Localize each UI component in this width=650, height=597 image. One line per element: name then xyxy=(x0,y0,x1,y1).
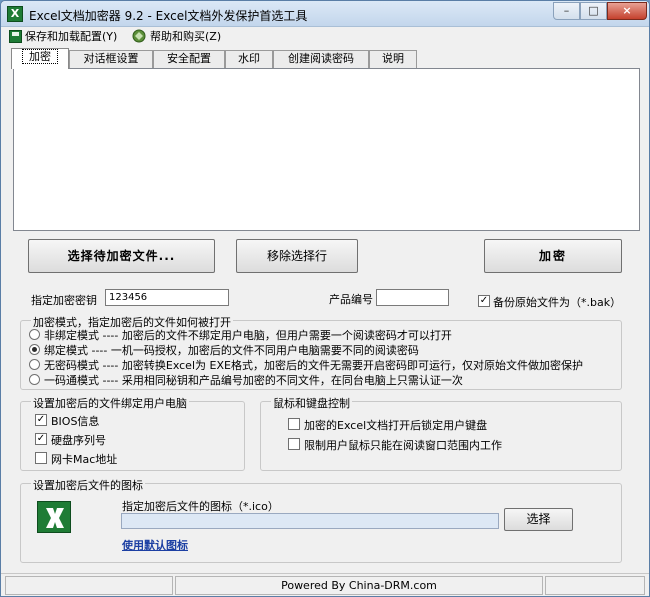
bind-pc-title: 设置加密后的文件绑定用户电脑 xyxy=(31,395,189,411)
radio-unbound-mode[interactable] xyxy=(29,329,40,340)
key-label: 指定加密密钥 xyxy=(31,294,97,307)
mouse-keyboard-group xyxy=(260,401,622,471)
product-label: 产品编号 xyxy=(329,293,373,306)
one-code-mode-label: 一码通模式 ---- 采用相同秘钥和产品编号加密的不同文件，在同台电脑上只需认证… xyxy=(44,374,463,387)
icon-path-input[interactable] xyxy=(121,513,499,529)
remove-selection-button[interactable]: 移除选择行 xyxy=(236,239,358,273)
backup-label: 备份原始文件为（*.bak） xyxy=(493,296,622,309)
disk-serial-checkbox[interactable]: ✓ xyxy=(35,433,47,445)
tab-security-config[interactable]: 安全配置 xyxy=(153,50,225,68)
lock-keyboard-label: 加密的Excel文档打开后锁定用户键盘 xyxy=(304,419,488,432)
bios-checkbox[interactable]: ✓ xyxy=(35,414,47,426)
tab-encrypt[interactable]: 加密 xyxy=(11,48,69,69)
restrict-mouse-label: 限制用户鼠标只能在阅读窗口范围内工作 xyxy=(304,439,502,452)
status-cell-right xyxy=(545,576,645,595)
mac-address-checkbox[interactable] xyxy=(35,452,47,464)
tab-dialog-settings[interactable]: 对话框设置 xyxy=(69,50,153,68)
minimize-button[interactable]: – xyxy=(553,2,580,20)
save-icon xyxy=(9,30,22,43)
product-input[interactable] xyxy=(376,289,449,306)
maximize-button[interactable]: □ xyxy=(580,2,607,20)
menu-help-buy[interactable]: 帮助和购买(Z) xyxy=(150,29,221,45)
menu-save-load-config[interactable]: 保存和加载配置(Y) xyxy=(25,29,117,45)
key-input[interactable]: 123456 xyxy=(105,289,229,306)
bios-label: BIOS信息 xyxy=(51,415,100,428)
icon-group-title: 设置加密后文件的图标 xyxy=(31,477,145,493)
choose-icon-button[interactable]: 选择 xyxy=(504,508,573,531)
help-icon xyxy=(132,29,146,43)
use-default-icon-link[interactable]: 使用默认图标 xyxy=(122,537,188,553)
file-list-box[interactable] xyxy=(13,68,640,231)
unbound-mode-label: 非绑定模式 ---- 加密后的文件不绑定用户电脑，但用户需要一个阅读密码才可以打… xyxy=(44,329,452,342)
status-powered-by: Powered By China-DRM.com xyxy=(175,576,543,595)
radio-no-password-mode[interactable] xyxy=(29,359,40,370)
mouse-keyboard-title: 鼠标和键盘控制 xyxy=(271,395,352,411)
mac-address-label: 网卡Mac地址 xyxy=(51,453,118,466)
icon-field-label: 指定加密后文件的图标（*.ico） xyxy=(122,500,279,513)
status-bar: Powered By China-DRM.com xyxy=(1,573,649,597)
encrypt-button[interactable]: 加密 xyxy=(484,239,622,273)
close-button[interactable]: × xyxy=(607,2,647,20)
disk-serial-label: 硬盘序列号 xyxy=(51,434,106,447)
radio-one-code-mode[interactable] xyxy=(29,374,40,385)
tab-watermark[interactable]: 水印 xyxy=(225,50,273,68)
radio-bound-mode[interactable] xyxy=(29,344,40,355)
bound-mode-label: 绑定模式 ---- 一机一码授权，加密后的文件不同用户电脑需要不同的阅读密码 xyxy=(44,344,419,357)
tab-strip: 加密 对话框设置 安全配置 水印 创建阅读密码 说明 xyxy=(9,48,641,69)
excel-app-icon: X xyxy=(7,6,23,22)
tab-create-read-password[interactable]: 创建阅读密码 xyxy=(273,50,369,68)
restrict-mouse-checkbox[interactable] xyxy=(288,438,300,450)
lock-keyboard-checkbox[interactable] xyxy=(288,418,300,430)
select-files-button[interactable]: 选择待加密文件... xyxy=(28,239,215,273)
status-cell-left xyxy=(5,576,173,595)
no-password-mode-label: 无密码模式 ---- 加密转换Excel为 EXE格式，加密后的文件无需要开启密… xyxy=(44,359,583,372)
backup-checkbox[interactable]: ✓ xyxy=(478,295,490,307)
excel-file-icon xyxy=(37,501,71,533)
window-title: Excel文档加密器 9.2 - Excel文档外发保护首选工具 xyxy=(29,9,308,23)
title-bar[interactable]: X Excel文档加密器 9.2 - Excel文档外发保护首选工具 – □ × xyxy=(1,1,649,27)
main-window: X Excel文档加密器 9.2 - Excel文档外发保护首选工具 – □ ×… xyxy=(0,0,650,597)
tab-instructions[interactable]: 说明 xyxy=(369,50,417,68)
